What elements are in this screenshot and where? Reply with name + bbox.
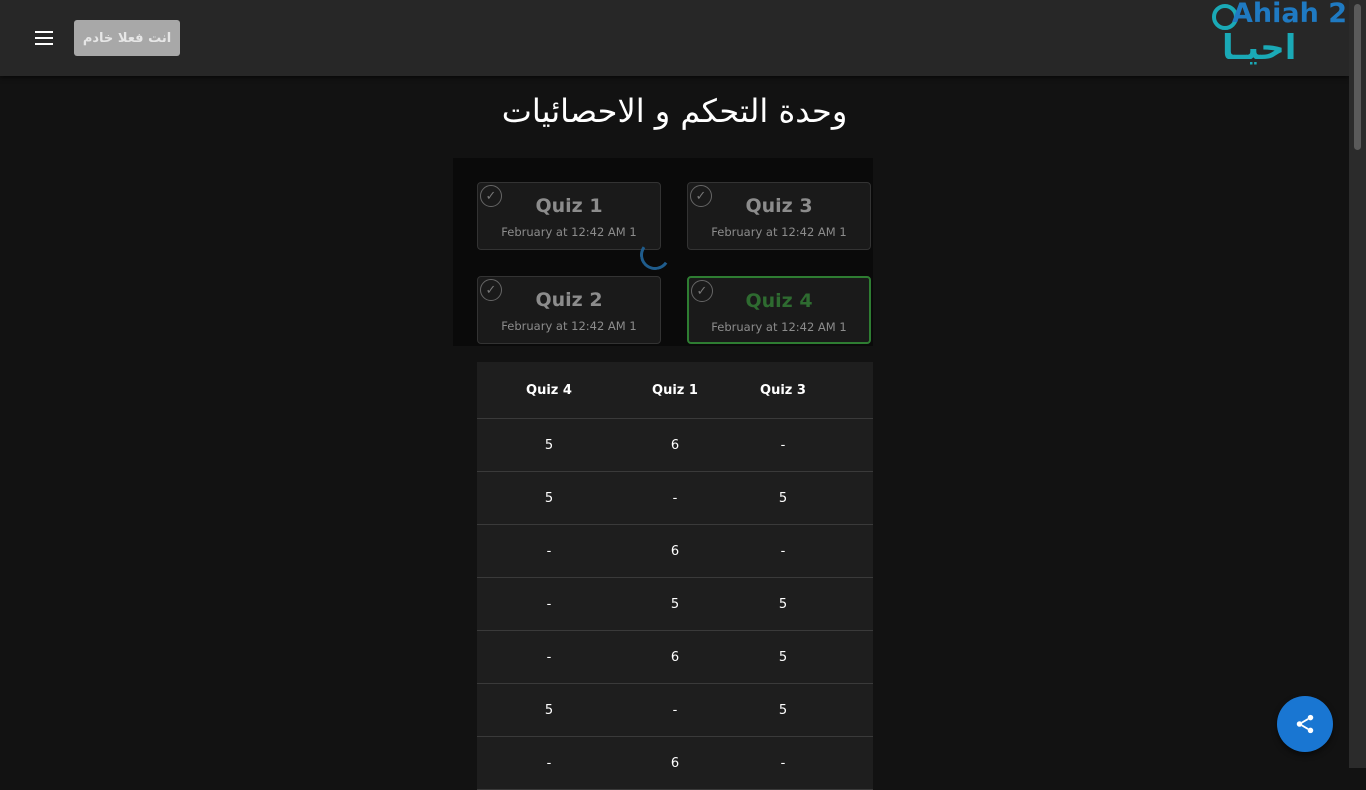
table-cell: 6	[670, 649, 680, 665]
table-cell: 5	[544, 490, 554, 506]
logo-text-ar: احيـا	[1222, 28, 1297, 68]
table-cell: 6	[670, 755, 680, 771]
table-cell: 5	[778, 596, 788, 612]
results-table: Quiz 4 Quiz 1 Quiz 3 5 6 - 5 - 5 - 6 - -…	[477, 362, 873, 790]
table-cell: -	[672, 490, 678, 506]
table-cell: -	[780, 755, 786, 771]
table-cell: 5	[778, 490, 788, 506]
table-cell: 6	[670, 543, 680, 559]
logo-text-en: Ahiah 2	[1232, 0, 1348, 29]
table-row: 5 6 -	[477, 419, 873, 472]
page-scrollbar[interactable]	[1349, 0, 1366, 768]
table-cell: -	[672, 702, 678, 718]
share-button[interactable]	[1277, 696, 1333, 752]
table-cell: -	[546, 543, 552, 559]
table-cell: 6	[670, 437, 680, 453]
quiz-name: Quiz 2	[535, 289, 603, 311]
share-icon	[1296, 714, 1314, 734]
quiz-date: February at 12:42 AM 1	[501, 225, 637, 239]
table-cell: -	[546, 596, 552, 612]
table-row: 5 - 5	[477, 684, 873, 737]
table-cell: -	[546, 755, 552, 771]
site-logo[interactable]: Ahiah 2 احيـا	[1208, 0, 1347, 72]
table-cell: 5	[778, 649, 788, 665]
table-row: - 6 -	[477, 525, 873, 578]
quiz-name: Quiz 1	[535, 195, 603, 217]
quiz-date: February at 12:42 AM 1	[711, 320, 847, 334]
column-header[interactable]: Quiz 3	[729, 383, 837, 398]
table-cell: 5	[670, 596, 680, 612]
quiz-name: Quiz 4	[745, 290, 813, 312]
table-header: Quiz 4 Quiz 1 Quiz 3	[477, 362, 873, 419]
table-cell: -	[780, 437, 786, 453]
table-row: - 5 5	[477, 578, 873, 631]
menu-icon[interactable]	[28, 22, 60, 54]
app-bar: انت فعلا خادم Ahiah 2 احيـا	[0, 0, 1349, 76]
quiz-date: February at 12:42 AM 1	[501, 319, 637, 333]
quiz-card-1[interactable]: ✓ Quiz 1 February at 12:42 AM 1	[477, 182, 661, 250]
table-cell: 5	[544, 702, 554, 718]
quiz-card-4[interactable]: ✓ Quiz 4 February at 12:42 AM 1	[687, 276, 871, 344]
table-cell: -	[780, 543, 786, 559]
table-row: 5 - 5	[477, 472, 873, 525]
table-cell: 5	[544, 437, 554, 453]
quiz-name: Quiz 3	[745, 195, 813, 217]
quiz-date: February at 12:42 AM 1	[711, 225, 847, 239]
page-title: وحدة التحكم و الاحصائيات	[501, 92, 848, 130]
scrollbar-thumb[interactable]	[1354, 4, 1361, 150]
column-header[interactable]: Quiz 4	[477, 383, 621, 398]
table-row: - 6 5	[477, 631, 873, 684]
column-header[interactable]: Quiz 1	[621, 383, 729, 398]
table-cell: -	[546, 649, 552, 665]
quiz-card-2[interactable]: ✓ Quiz 2 February at 12:42 AM 1	[477, 276, 661, 344]
server-status-button[interactable]: انت فعلا خادم	[74, 20, 180, 56]
table-cell: 5	[778, 702, 788, 718]
table-row: - 6 -	[477, 737, 873, 790]
quiz-card-3[interactable]: ✓ Quiz 3 February at 12:42 AM 1	[687, 182, 871, 250]
